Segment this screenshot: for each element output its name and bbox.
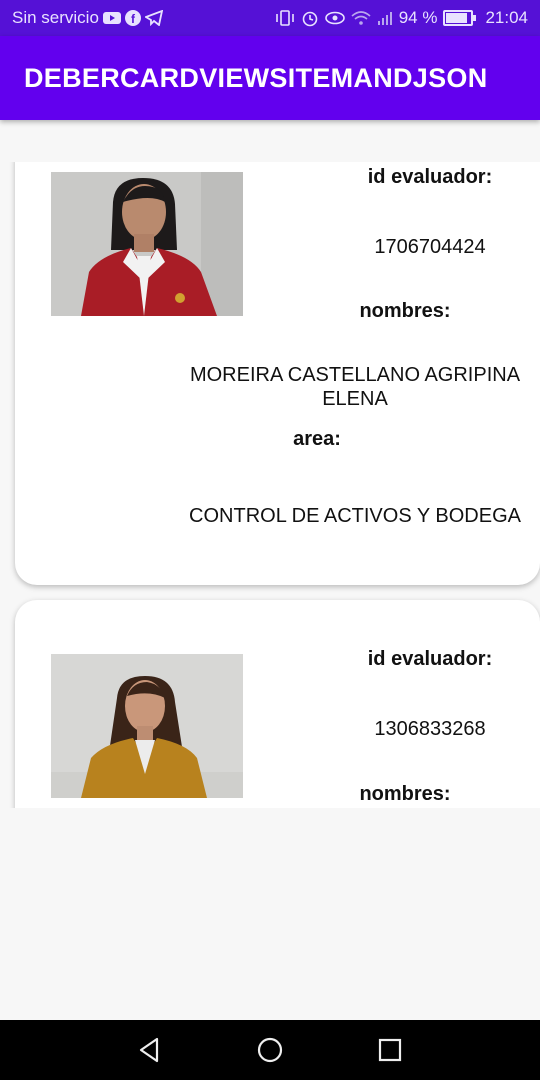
eye-icon xyxy=(324,11,345,25)
battery-icon xyxy=(443,10,477,26)
carrier-text: Sin servicio xyxy=(12,8,99,27)
id-label: id evaluador: xyxy=(367,166,493,188)
evaluator-list[interactable]: id evaluador: 1706704424 nombres: MOREIR… xyxy=(0,162,540,808)
id-value: 1306833268 xyxy=(374,718,486,740)
clock: 21:04 xyxy=(485,8,528,27)
signal-icon xyxy=(377,12,392,25)
id-label: id evaluador: xyxy=(367,648,493,670)
back-icon[interactable] xyxy=(135,1035,165,1065)
nombres-label: nombres: xyxy=(359,300,451,322)
evaluator-card[interactable]: id evaluador: 1706704424 nombres: MOREIR… xyxy=(15,162,540,585)
telegram-icon xyxy=(144,10,163,26)
vibrate-icon xyxy=(275,10,294,26)
youtube-icon xyxy=(102,12,121,24)
evaluator-card[interactable]: id evaluador: 1306833268 nombres: xyxy=(15,600,540,808)
battery-percent: 94 % xyxy=(398,8,438,27)
wifi-icon xyxy=(351,11,371,25)
area-value: CONTROL DE ACTIVOS Y BODEGA xyxy=(189,505,521,527)
home-icon[interactable] xyxy=(255,1035,285,1065)
facebook-icon: f xyxy=(124,10,141,26)
evaluator-photo xyxy=(51,654,243,798)
app-bar: DEBERCARDVIEWSITEMANDJSON xyxy=(0,36,540,120)
alarm-icon xyxy=(302,11,318,27)
recents-icon[interactable] xyxy=(375,1035,405,1065)
nombres-value: MOREIRA CASTELLANO AGRIPINA ELENA xyxy=(189,364,521,410)
status-bar: Sin servicio f 94 % 21:04 xyxy=(0,0,540,36)
area-label: area: xyxy=(293,428,341,450)
id-value: 1706704424 xyxy=(374,236,486,258)
system-nav-bar xyxy=(0,1020,540,1080)
nombres-label: nombres: xyxy=(359,783,451,805)
app-title: DEBERCARDVIEWSITEMANDJSON xyxy=(24,63,488,93)
evaluator-photo xyxy=(51,172,243,316)
